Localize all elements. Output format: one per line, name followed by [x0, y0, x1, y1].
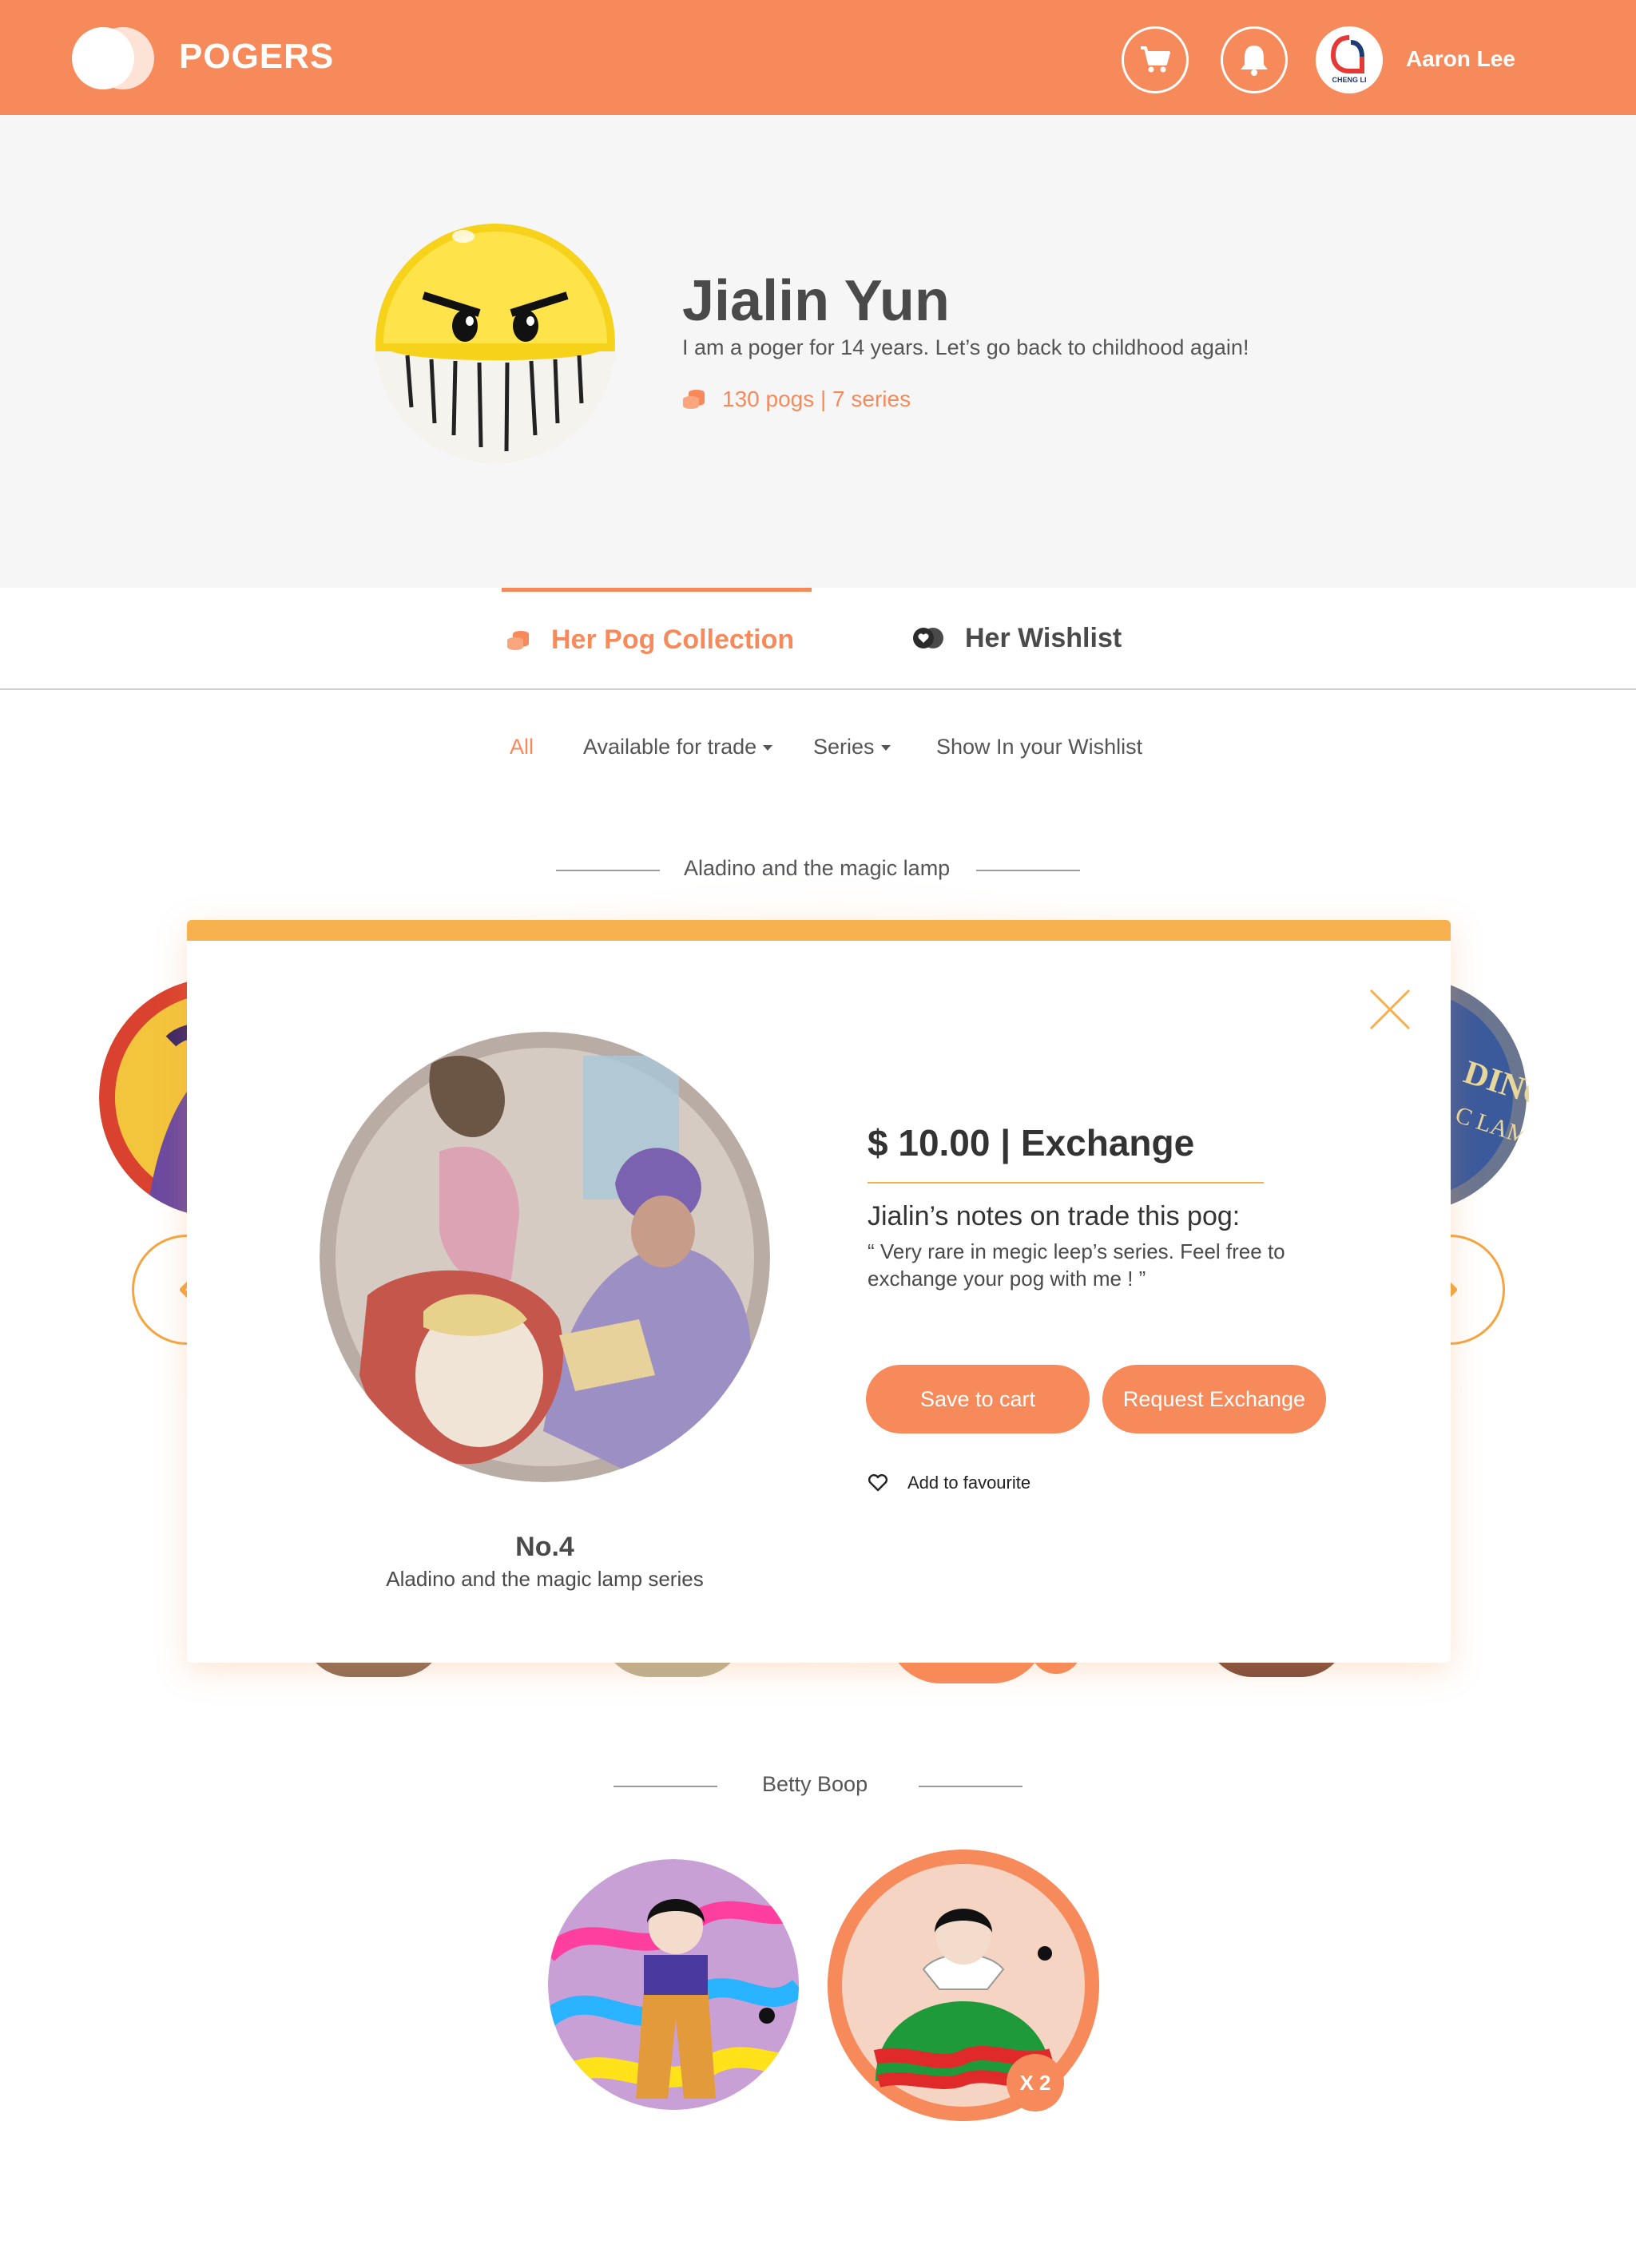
filter-available-for-trade[interactable]: Available for trade — [583, 735, 773, 759]
pog-price: $ 10.00 | Exchange — [868, 1122, 1195, 1164]
count-badge: X 2 — [1007, 2054, 1064, 2111]
profile-header: Jialin Yun I am a poger for 14 years. Le… — [0, 115, 1636, 588]
filter-all[interactable]: All — [510, 735, 534, 759]
pog-thumbnail[interactable] — [548, 1859, 799, 2110]
notifications-button[interactable] — [1221, 26, 1288, 93]
filter-series[interactable]: Series — [813, 735, 891, 759]
bell-icon — [1241, 46, 1268, 76]
tab-label: Her Pog Collection — [551, 624, 795, 655]
filter-show-in-wishlist[interactable]: Show In your Wishlist — [936, 735, 1142, 759]
section-title-aladdin: Aladino and the magic lamp — [684, 856, 951, 880]
favourite-label: Add to favourite — [907, 1473, 1031, 1493]
stats-text: 130 pogs | 7 series — [722, 387, 911, 411]
caret-down-icon — [880, 745, 891, 751]
pog-detail-modal: No.4 Aladino and the magic lamp series $… — [187, 920, 1451, 1663]
profile-name: Jialin Yun — [682, 269, 950, 333]
heart-outline-icon — [868, 1474, 888, 1492]
avatar-logo-icon: CHENG LI — [1316, 26, 1383, 93]
caret-down-icon — [763, 745, 773, 751]
section-divider — [919, 1786, 1022, 1787]
section-title-betty-boop: Betty Boop — [762, 1772, 868, 1796]
save-to-cart-button[interactable]: Save to cart — [866, 1365, 1090, 1433]
tab-pog-collection[interactable]: Her Pog Collection — [502, 588, 812, 688]
aladdin-pog-image — [320, 1032, 770, 1482]
pog-series-name: Aladino and the magic lamp series — [386, 1567, 704, 1591]
close-icon[interactable] — [1368, 987, 1412, 1032]
cart-icon — [1141, 46, 1170, 73]
profile-tabs: Her Pog Collection Her Wishlist — [0, 588, 1636, 690]
request-exchange-button[interactable]: Request Exchange — [1102, 1365, 1326, 1433]
profile-avatar — [375, 224, 615, 463]
coins-icon — [507, 630, 529, 650]
tab-wishlist[interactable]: Her Wishlist — [912, 588, 1176, 688]
user-avatar[interactable]: CHENG LI — [1316, 26, 1383, 93]
filter-bar: All Available for trade Series Show In y… — [0, 735, 1636, 767]
profile-bio: I am a poger for 14 years. Let’s go back… — [682, 335, 1249, 359]
section-divider — [556, 870, 660, 871]
price-divider — [868, 1182, 1264, 1184]
trade-notes-body: “ Very rare in megic leep’s series. Feel… — [868, 1239, 1285, 1291]
filter-label: Available for trade — [583, 735, 757, 759]
cart-button[interactable] — [1122, 26, 1189, 93]
trade-notes-title: Jialin’s notes on trade this pog: — [868, 1201, 1241, 1231]
logo-icon[interactable] — [70, 26, 158, 91]
top-navbar: POGERS CHENG LI Aaron Lee — [0, 0, 1636, 115]
coins-icon — [683, 390, 705, 409]
avatar-text: CHENG LI — [1332, 76, 1366, 84]
pog-number: No.4 — [515, 1532, 574, 1562]
profile-stats: 130 pogs | 7 series — [682, 387, 911, 412]
section-divider — [976, 870, 1080, 871]
tab-label: Her Wishlist — [965, 622, 1122, 653]
angry-face-pog-image — [375, 224, 615, 463]
section-divider — [614, 1786, 717, 1787]
betty-boop-pog-image — [548, 1859, 799, 2110]
add-to-favourite-link[interactable]: Add to favourite — [868, 1473, 1030, 1493]
pog-detail-image — [320, 1032, 770, 1482]
heart-badge-icon — [913, 628, 943, 648]
brand-name[interactable]: POGERS — [179, 37, 334, 77]
filter-label: Series — [813, 735, 875, 759]
user-name[interactable]: Aaron Lee — [1406, 46, 1515, 72]
